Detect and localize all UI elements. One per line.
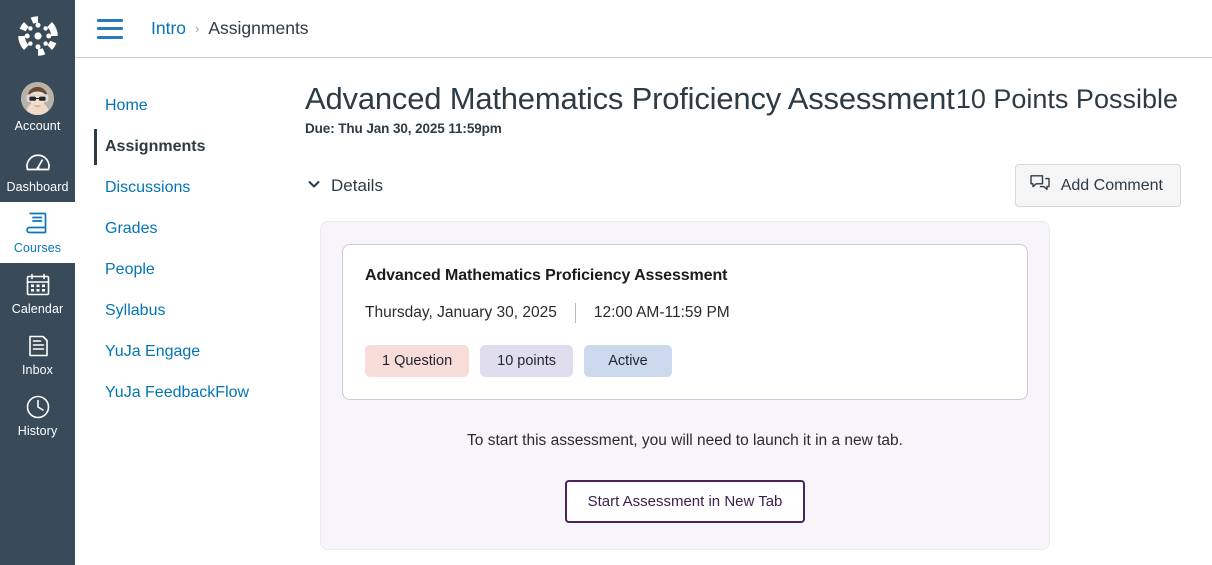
breadcrumb-current: Assignments xyxy=(208,18,308,39)
course-navigation: Home Assignments Discussions Grades Peop… xyxy=(75,58,299,565)
chevron-down-icon xyxy=(307,177,321,194)
assignment-title-block: Advanced Mathematics Proficiency Assessm… xyxy=(305,80,955,136)
course-nav-item-home[interactable]: Home xyxy=(99,88,299,124)
details-row: Details Add Comment xyxy=(299,164,1194,207)
assessment-datetime: Thursday, January 30, 2025 12:00 AM-11:5… xyxy=(365,303,1003,323)
global-nav-label-inbox: Inbox xyxy=(22,363,53,378)
assignment-main: Advanced Mathematics Proficiency Assessm… xyxy=(299,58,1212,565)
global-nav-item-history[interactable]: History xyxy=(0,385,75,446)
global-nav-item-dashboard[interactable]: Dashboard xyxy=(0,141,75,202)
start-assessment-button[interactable]: Start Assessment in New Tab xyxy=(565,480,806,523)
canvas-logo[interactable] xyxy=(14,12,62,60)
global-navigation: Account Dashboard Courses xyxy=(0,0,75,565)
breadcrumb-course-link[interactable]: Intro xyxy=(151,18,186,39)
details-label: Details xyxy=(331,176,383,196)
course-nav-item-discussions[interactable]: Discussions xyxy=(99,170,299,206)
course-nav-item-assignments[interactable]: Assignments xyxy=(99,129,299,165)
course-nav-item-yuja-feedbackflow[interactable]: YuJa FeedbackFlow xyxy=(99,375,299,411)
assignment-header: Advanced Mathematics Proficiency Assessm… xyxy=(299,80,1194,136)
launch-button-wrap: Start Assessment in New Tab xyxy=(342,480,1028,523)
assessment-time: 12:00 AM-11:59 PM xyxy=(594,304,730,322)
add-comment-button[interactable]: Add Comment xyxy=(1015,164,1181,207)
course-nav-item-grades[interactable]: Grades xyxy=(99,211,299,247)
content-area: Home Assignments Discussions Grades Peop… xyxy=(75,58,1212,565)
details-toggle[interactable]: Details xyxy=(305,172,385,200)
page-title: Advanced Mathematics Proficiency Assessm… xyxy=(305,80,955,118)
global-nav-item-inbox[interactable]: Inbox xyxy=(0,324,75,385)
comment-bubbles-icon xyxy=(1030,174,1050,197)
badge-points: 10 points xyxy=(480,345,573,377)
breadcrumb-separator-icon: › xyxy=(195,21,199,36)
clock-icon xyxy=(24,393,52,421)
course-nav-item-people[interactable]: People xyxy=(99,252,299,288)
global-nav-label-dashboard: Dashboard xyxy=(6,180,68,195)
course-nav-item-syllabus[interactable]: Syllabus xyxy=(99,293,299,329)
book-icon xyxy=(24,210,52,238)
inbox-icon xyxy=(24,332,52,360)
assessment-card: Advanced Mathematics Proficiency Assessm… xyxy=(342,244,1028,400)
assessment-date: Thursday, January 30, 2025 xyxy=(365,304,557,322)
global-nav-label-calendar: Calendar xyxy=(12,302,64,317)
global-nav-item-account[interactable]: Account xyxy=(0,74,75,141)
assessment-card-title: Advanced Mathematics Proficiency Assessm… xyxy=(365,267,1003,285)
badge-status: Active xyxy=(584,345,672,377)
assessment-panel: Advanced Mathematics Proficiency Assessm… xyxy=(320,221,1050,550)
dashboard-gauge-icon xyxy=(24,149,52,177)
calendar-icon xyxy=(24,271,52,299)
avatar xyxy=(21,82,54,115)
breadcrumb: Intro › Assignments xyxy=(151,18,309,39)
top-header-bar: Intro › Assignments xyxy=(75,0,1212,58)
launch-instruction: To start this assessment, you will need … xyxy=(342,432,1028,450)
badge-question-count: 1 Question xyxy=(365,345,469,377)
due-date: Due: Thu Jan 30, 2025 11:59pm xyxy=(305,121,955,136)
course-nav-item-yuja-engage[interactable]: YuJa Engage xyxy=(99,334,299,370)
global-nav-item-calendar[interactable]: Calendar xyxy=(0,263,75,324)
hamburger-menu-icon[interactable] xyxy=(97,19,123,39)
global-nav-item-courses[interactable]: Courses xyxy=(0,202,75,263)
page-body: Intro › Assignments Home Assignments Dis… xyxy=(75,0,1212,565)
points-possible: 10 Points Possible xyxy=(956,80,1178,116)
add-comment-label: Add Comment xyxy=(1061,177,1163,195)
datetime-divider xyxy=(575,303,576,323)
canvas-assignment-page: Account Dashboard Courses xyxy=(0,0,1212,565)
global-nav-label-courses: Courses xyxy=(14,241,61,256)
global-nav-label-history: History xyxy=(18,424,58,439)
global-nav-label-account: Account xyxy=(15,119,61,134)
assessment-badges: 1 Question 10 points Active xyxy=(365,345,1003,377)
